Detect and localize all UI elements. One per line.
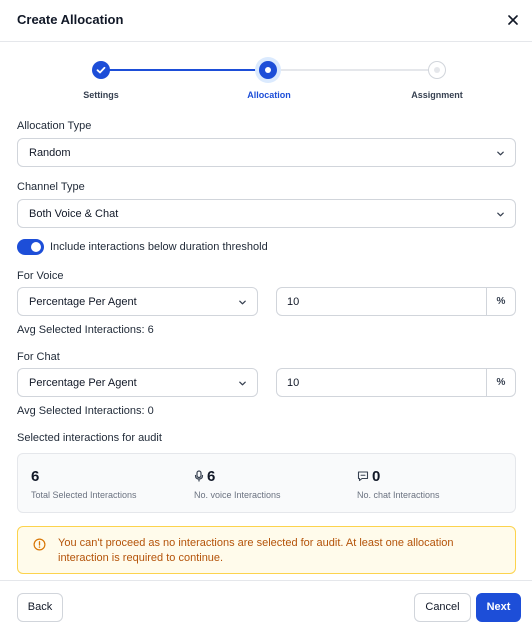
allocation-type-select[interactable]: Random	[17, 138, 516, 167]
step-label-settings[interactable]: Settings	[51, 90, 151, 100]
stepper-pending-line	[268, 69, 437, 71]
stat-chat-caption: No. chat Interactions	[357, 490, 440, 500]
voice-avg-selected: Avg Selected Interactions: 6	[17, 324, 154, 336]
microphone-icon	[194, 470, 204, 482]
chat-amount-value: 10	[287, 377, 300, 389]
warning-message: You can't proceed as no interactions are…	[58, 537, 454, 564]
chat-avg-selected: Avg Selected Interactions: 0	[17, 405, 154, 417]
chat-method-value: Percentage Per Agent	[29, 377, 137, 389]
back-button[interactable]: Back	[17, 593, 63, 622]
dialog-header: Create Allocation	[0, 0, 532, 42]
next-button[interactable]: Next	[476, 593, 521, 622]
stat-voice-value: 6	[207, 467, 216, 485]
chat-amount-input[interactable]: 10 %	[276, 368, 516, 397]
stat-chat-value: 0	[372, 467, 381, 485]
voice-amount-value: 10	[287, 296, 300, 308]
audit-section-label: Selected interactions for audit	[17, 432, 162, 444]
voice-section-label: For Voice	[17, 270, 64, 282]
stat-total-caption: Total Selected Interactions	[31, 490, 137, 500]
voice-amount-input[interactable]: 10 %	[276, 287, 516, 316]
warning-alert: You can't proceed as no interactions are…	[17, 526, 516, 574]
chevron-down-icon	[497, 212, 504, 217]
stat-total-value: 6	[31, 467, 40, 485]
stat-total: 6 Total Selected Interactions	[31, 467, 137, 501]
audit-summary-card: 6 Total Selected Interactions 6 No. voic…	[17, 453, 516, 513]
step-settings-check-icon[interactable]	[92, 61, 110, 79]
chat-section-label: For Chat	[17, 351, 60, 363]
channel-type-value: Both Voice & Chat	[29, 208, 119, 220]
stat-voice-caption: No. voice Interactions	[194, 490, 281, 500]
chat-bubble-icon	[357, 471, 369, 482]
step-label-assignment[interactable]: Assignment	[387, 90, 487, 100]
dialog-title: Create Allocation	[17, 12, 124, 27]
chevron-down-icon	[497, 151, 504, 156]
stepper-progress-line	[101, 69, 268, 71]
step-allocation-active-icon[interactable]	[259, 61, 277, 79]
step-assignment-pending-icon[interactable]	[428, 61, 446, 79]
step-label-allocation[interactable]: Allocation	[219, 90, 319, 100]
chat-method-select[interactable]: Percentage Per Agent	[17, 368, 258, 397]
duration-threshold-label: Include interactions below duration thre…	[50, 241, 268, 253]
channel-type-select[interactable]: Both Voice & Chat	[17, 199, 516, 228]
stepper: Settings Allocation Assignment	[0, 56, 532, 106]
allocation-type-label: Allocation Type	[17, 120, 92, 132]
voice-method-select[interactable]: Percentage Per Agent	[17, 287, 258, 316]
cancel-button[interactable]: Cancel	[414, 593, 471, 622]
stat-chat: 0 No. chat Interactions	[357, 467, 440, 501]
close-icon[interactable]	[503, 10, 523, 30]
voice-method-value: Percentage Per Agent	[29, 296, 137, 308]
voice-percent-suffix: %	[486, 288, 515, 315]
duration-threshold-toggle[interactable]	[17, 239, 44, 255]
chevron-down-icon	[239, 381, 246, 386]
dialog-footer: Back Cancel Next	[0, 580, 532, 629]
chat-percent-suffix: %	[486, 369, 515, 396]
allocation-type-value: Random	[29, 147, 71, 159]
stat-voice: 6 No. voice Interactions	[194, 467, 281, 501]
chevron-down-icon	[239, 300, 246, 305]
channel-type-label: Channel Type	[17, 181, 85, 193]
info-circle-icon	[33, 538, 46, 551]
